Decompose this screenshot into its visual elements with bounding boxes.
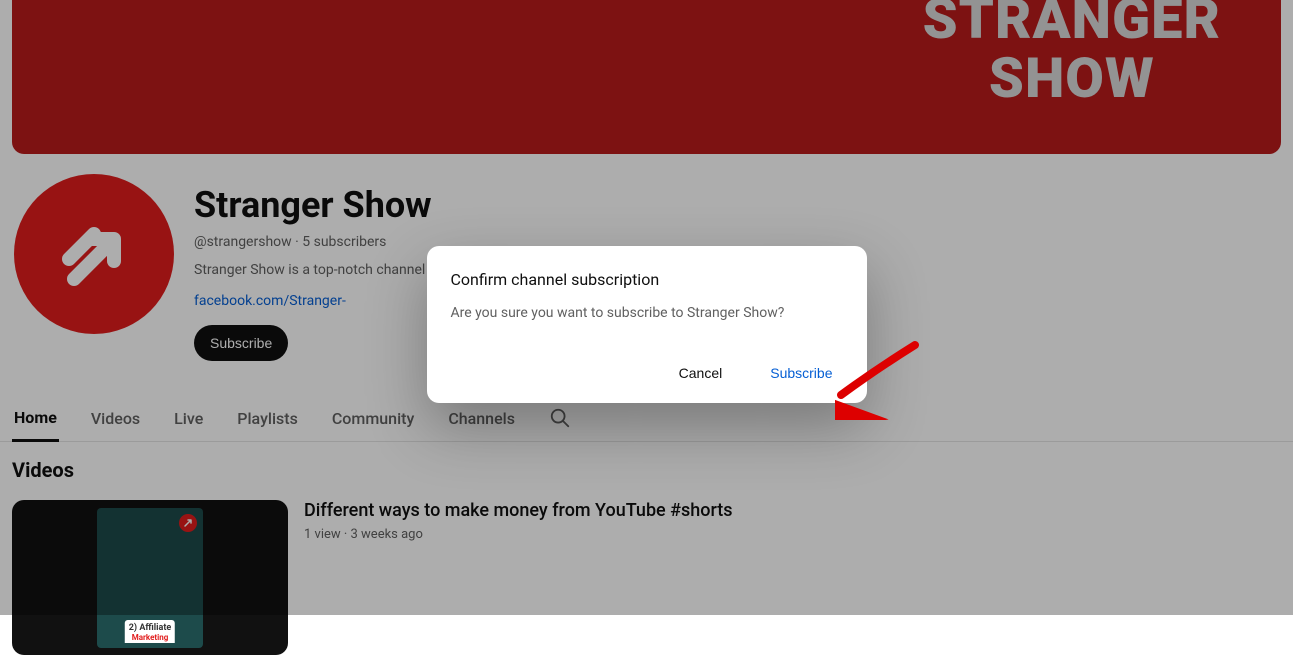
thumb-line1: 2) Affiliate (129, 624, 171, 634)
dialog-title: Confirm channel subscription (451, 270, 843, 289)
modal-overlay: Confirm channel subscription Are you sur… (0, 0, 1293, 615)
confirm-subscribe-button[interactable]: Subscribe (766, 357, 836, 389)
thumbnail-caption: 2) Affiliate Marketing (125, 620, 175, 643)
thumb-line2: Marketing (129, 634, 171, 643)
dialog-body: Are you sure you want to subscribe to St… (451, 305, 843, 321)
cancel-button[interactable]: Cancel (675, 357, 727, 389)
dialog-actions: Cancel Subscribe (451, 357, 843, 389)
subscribe-confirm-dialog: Confirm channel subscription Are you sur… (427, 246, 867, 403)
